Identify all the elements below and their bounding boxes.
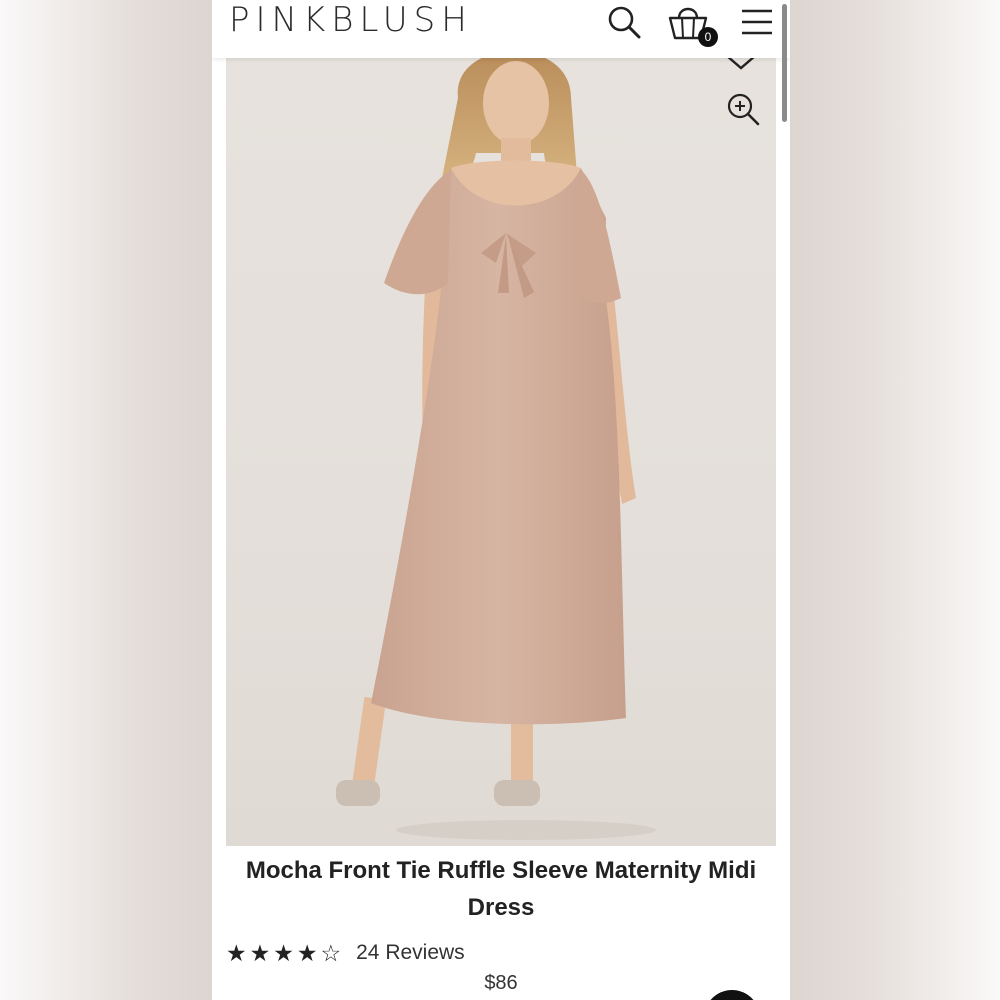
- search-icon[interactable]: [604, 2, 644, 47]
- reviews-link[interactable]: 24 Reviews: [356, 941, 465, 965]
- site-header: PINKBLUSH 0: [212, 0, 790, 58]
- model-photo: [336, 58, 656, 840]
- phone-screen: PINKBLUSH 0 Mocha Front Tie Ruffle Sleev…: [212, 0, 790, 1000]
- star-filled-icon: ★: [249, 939, 271, 966]
- star-filled-icon: ★: [296, 939, 318, 966]
- product-price: $86: [484, 972, 518, 994]
- product-image[interactable]: [226, 58, 776, 846]
- star-empty-icon: ☆: [320, 939, 342, 966]
- blurred-background-left: [0, 0, 212, 1000]
- heart-icon[interactable]: [724, 58, 758, 79]
- product-rating[interactable]: ★ ★ ★ ★ ☆ 24 Reviews: [226, 938, 465, 968]
- star-filled-icon: ★: [273, 939, 294, 966]
- scrollbar[interactable]: [782, 4, 787, 122]
- cart-count-badge: 0: [698, 27, 718, 47]
- product-title: Mocha Front Tie Ruffle Sleeve Maternity …: [245, 857, 757, 921]
- brand-logo[interactable]: PINKBLUSH: [229, 0, 473, 40]
- star-filled-icon: ★: [226, 939, 247, 966]
- blurred-background-right: [790, 0, 1000, 1000]
- zoom-in-icon[interactable]: [726, 92, 762, 133]
- menu-icon[interactable]: [740, 6, 774, 43]
